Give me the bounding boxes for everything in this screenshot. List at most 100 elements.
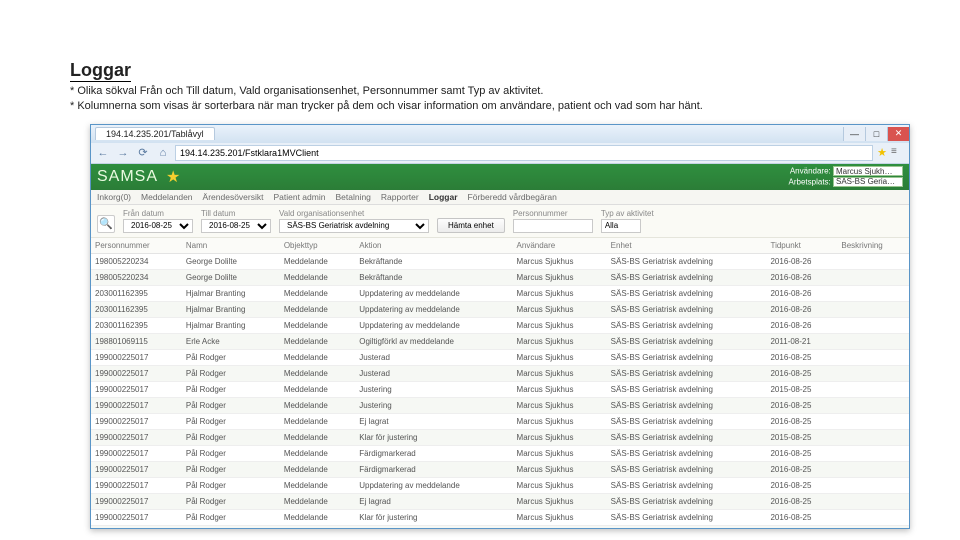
table-row[interactable]: 199000225017Pål RodgerMeddelandeEj lagra… — [91, 493, 909, 509]
table-cell: Bekräftande — [355, 269, 512, 285]
table-cell: 199000225017 — [91, 429, 182, 445]
table-cell: Marcus Sjukhus — [513, 429, 607, 445]
table-row[interactable]: 199000225017Pål RodgerMeddelandeKlar för… — [91, 429, 909, 445]
bookmark-star-icon[interactable]: ★ — [877, 146, 887, 159]
app-brand: SAMSA — [97, 168, 158, 186]
menu-item-rapporter[interactable]: Rapporter — [381, 192, 419, 202]
table-row[interactable]: 199000225017Pål RodgerMeddelandeFärdigma… — [91, 461, 909, 477]
menu-item-patient-admin[interactable]: Patient admin — [273, 192, 325, 202]
col-beskrivning[interactable]: Beskrivning — [837, 238, 909, 254]
table-cell: 2016-08-25 — [766, 477, 837, 493]
table-cell: 203001162395 — [91, 301, 182, 317]
table-row[interactable]: 199000225017Pål RodgerMeddelandeJusterin… — [91, 381, 909, 397]
table-cell: SÄS-BS Geriatrisk avdelning — [607, 253, 767, 269]
table-cell: SÄS-BS Geriatrisk avdelning — [607, 285, 767, 301]
table-cell: 198801069115 — [91, 333, 182, 349]
table-cell: Ogiltigförkl av meddelande — [355, 333, 512, 349]
menu-item-betalning[interactable]: Betalning — [335, 192, 370, 202]
table-cell: Ej lagrat — [355, 413, 512, 429]
table-cell: 203001162395 — [91, 317, 182, 333]
search-icon[interactable]: 🔍 — [97, 215, 115, 233]
table-cell: 199000225017 — [91, 381, 182, 397]
table-row[interactable]: 198005220234George DolilteMeddelandeBekr… — [91, 253, 909, 269]
table-cell: SÄS-BS Geriatrisk avdelning — [607, 413, 767, 429]
window-buttons: — □ ✕ — [843, 127, 909, 141]
table-cell: Meddelande — [280, 253, 355, 269]
url-input[interactable] — [175, 145, 873, 161]
menu-item-inkorg-0-[interactable]: Inkorg(0) — [97, 192, 131, 202]
forward-icon[interactable]: → — [115, 145, 131, 161]
maximize-button[interactable]: □ — [865, 127, 887, 141]
table-cell: SÄS-BS Geriatrisk avdelning — [607, 397, 767, 413]
table-row[interactable]: 199000225017Pål RodgerMeddelandeJusterad… — [91, 365, 909, 381]
menu-item-meddelanden[interactable]: Meddelanden — [141, 192, 193, 202]
table-cell — [837, 269, 909, 285]
table-cell — [837, 317, 909, 333]
browser-tab[interactable]: 194.14.235.201/Tablåvyl — [95, 127, 215, 140]
table-cell: Meddelande — [280, 461, 355, 477]
back-icon[interactable]: ← — [95, 145, 111, 161]
menu-item-loggar[interactable]: Loggar — [429, 192, 458, 202]
table-cell: SÄS-BS Geriatrisk avdelning — [607, 333, 767, 349]
minimize-button[interactable]: — — [843, 127, 865, 141]
table-row[interactable]: 203001162395Hjalmar BrantingMeddelandeUp… — [91, 317, 909, 333]
activity-type-input[interactable] — [601, 219, 641, 233]
col-användare[interactable]: Användare — [513, 238, 607, 254]
col-objekttyp[interactable]: Objekttyp — [280, 238, 355, 254]
table-cell: 199000225017 — [91, 525, 182, 528]
org-select[interactable]: SÄS-BS Geriatrisk avdelning — [279, 219, 429, 233]
browser-window: 194.14.235.201/Tablåvyl — □ ✕ ← → ⟳ ⌂ ★ … — [90, 124, 910, 529]
table-row[interactable]: 199000225017Pål RodgerMeddelandeEj lagra… — [91, 413, 909, 429]
table-cell: George Dolilte — [182, 269, 280, 285]
table-cell: Uppdatering av meddelande — [355, 301, 512, 317]
to-date-select[interactable]: 2016-08-25 — [201, 219, 271, 233]
table-cell: SÄS-BS Geriatrisk avdelning — [607, 269, 767, 285]
table-cell: Marcus Sjukhus — [513, 397, 607, 413]
table-row[interactable]: 199000225017Pål RodgerMeddelandeFärdigma… — [91, 445, 909, 461]
col-namn[interactable]: Namn — [182, 238, 280, 254]
table-row[interactable]: 198801069115Erle AckeMeddelandeOgiltigfö… — [91, 333, 909, 349]
table-cell: 2016-08-25 — [766, 413, 837, 429]
reload-icon[interactable]: ⟳ — [135, 145, 151, 161]
table-row[interactable]: 199000225017Pål RodgerMeddelandeJusterin… — [91, 397, 909, 413]
favorite-star-icon[interactable]: ★ — [166, 167, 180, 187]
table-cell: Meddelande — [280, 349, 355, 365]
table-cell: SÄS-BS Geriatrisk avdelning — [607, 461, 767, 477]
log-table: PersonnummerNamnObjekttypAktionAnvändare… — [91, 238, 909, 528]
table-row[interactable]: 199000225017Pål RodgerMeddelandeJusterad… — [91, 349, 909, 365]
table-row[interactable]: 203001162395Hjalmar BrantingMeddelandeUp… — [91, 301, 909, 317]
table-row[interactable]: 198005220234George DolilteMeddelandeBekr… — [91, 269, 909, 285]
table-cell: Marcus Sjukhus — [513, 509, 607, 525]
home-icon[interactable]: ⌂ — [155, 145, 171, 161]
table-cell: Marcus Sjukhus — [513, 381, 607, 397]
menu-item--rendes-versikt[interactable]: Ärendesöversikt — [203, 192, 264, 202]
activity-type-label: Typ av aktivitet — [601, 209, 654, 218]
table-cell: Pål Rodger — [182, 445, 280, 461]
fetch-unit-button[interactable]: Hämta enhet — [437, 218, 505, 233]
user-field[interactable] — [833, 166, 903, 176]
col-personnummer[interactable]: Personnummer — [91, 238, 182, 254]
col-aktion[interactable]: Aktion — [355, 238, 512, 254]
table-row[interactable]: 199000225017Pål RodgerMeddelandeKlar för… — [91, 509, 909, 525]
org-label: Vald organisationsenhet — [279, 209, 429, 218]
table-cell: 2016-08-26 — [766, 269, 837, 285]
col-enhet[interactable]: Enhet — [607, 238, 767, 254]
workplace-field[interactable] — [833, 177, 903, 187]
from-date-select[interactable]: 2016-08-25 — [123, 219, 193, 233]
col-tidpunkt[interactable]: Tidpunkt — [766, 238, 837, 254]
table-cell: Marcus Sjukhus — [513, 317, 607, 333]
table-row[interactable]: 199000225017Pål RodgerMeddelandeFärdigma… — [91, 525, 909, 528]
close-button[interactable]: ✕ — [887, 127, 909, 141]
table-row[interactable]: 203001162395Hjalmar BrantingMeddelandeUp… — [91, 285, 909, 301]
table-cell: SÄS-BS Geriatrisk avdelning — [607, 381, 767, 397]
menu-item-f-rberedd-v-rdbeg-ran[interactable]: Förberedd vårdbegäran — [468, 192, 557, 202]
table-row[interactable]: 199000225017Pål RodgerMeddelandeUppdater… — [91, 477, 909, 493]
pnr-input[interactable] — [513, 219, 593, 233]
table-cell: Justering — [355, 397, 512, 413]
table-cell: Uppdatering av meddelande — [355, 317, 512, 333]
table-cell: SÄS-BS Geriatrisk avdelning — [607, 477, 767, 493]
table-cell: 2016-08-26 — [766, 253, 837, 269]
table-cell: Marcus Sjukhus — [513, 477, 607, 493]
menu-icon[interactable]: ≡ — [891, 146, 905, 160]
table-cell: Pål Rodger — [182, 429, 280, 445]
